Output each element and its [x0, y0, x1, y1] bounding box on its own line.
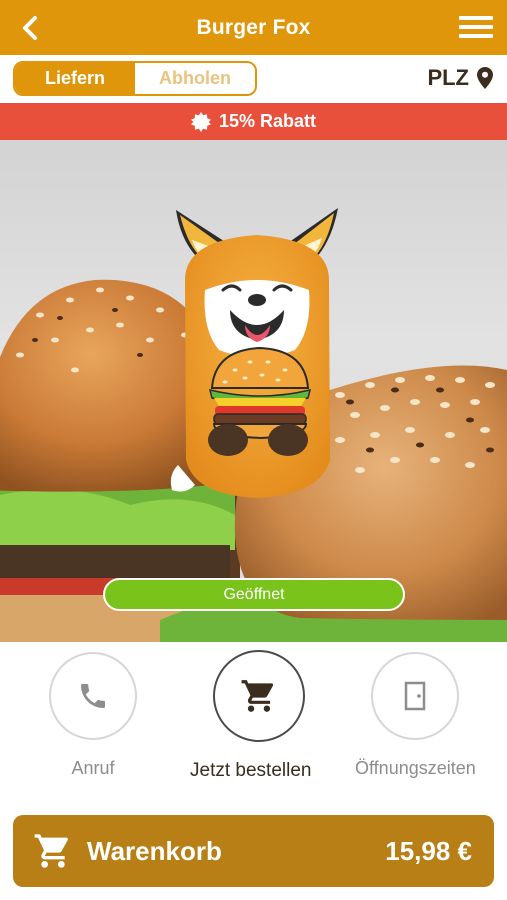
discount-text: 15% Rabatt — [218, 111, 317, 131]
call-button[interactable] — [49, 652, 137, 740]
postcode-label: PLZ — [427, 65, 469, 90]
location-pin-icon — [477, 67, 493, 89]
call-action[interactable]: Anruf — [49, 650, 137, 779]
phone-icon — [81, 684, 105, 708]
cart-icon — [34, 834, 68, 868]
opening-hours-label: Öffnungszeiten — [355, 758, 476, 778]
postcode-selector[interactable]: PLZ — [427, 65, 493, 91]
hero-image: Geöffnet — [0, 140, 507, 642]
order-label: Jetzt bestellen — [190, 760, 312, 781]
discount-badge-icon — [190, 111, 211, 132]
cart-label: Warenkorb — [87, 835, 222, 866]
open-status-badge: Geöffnet — [103, 578, 405, 611]
fox-mascot — [170, 208, 338, 498]
order-button[interactable] — [213, 650, 306, 742]
hamburger-menu-icon[interactable] — [459, 13, 493, 41]
cart-bar[interactable]: Warenkorb 15,98 € — [13, 815, 494, 887]
page-title: Burger Fox — [196, 15, 311, 39]
delivery-tab[interactable]: Liefern — [15, 63, 135, 94]
back-arrow-icon[interactable] — [18, 14, 44, 42]
app-bar: Burger Fox — [0, 0, 507, 55]
door-icon — [405, 681, 426, 711]
pickup-tab[interactable]: Abholen — [135, 63, 255, 94]
burger-photo — [0, 208, 507, 642]
shopping-cart-icon — [241, 680, 274, 712]
opening-hours-action[interactable]: Öffnungszeiten — [355, 650, 476, 779]
order-action[interactable]: Jetzt bestellen — [190, 650, 311, 782]
delivery-mode-toggle: Liefern Abholen — [13, 61, 257, 96]
opening-hours-button[interactable] — [371, 652, 460, 740]
discount-banner: 15% Rabatt — [0, 103, 507, 140]
quick-actions: Anruf Jetzt bestellen Öffnungszeiten — [0, 650, 507, 800]
call-label: Anruf — [71, 758, 115, 778]
delivery-mode-bar: Liefern Abholen PLZ — [0, 55, 507, 103]
cart-total: 15,98 € — [385, 835, 472, 866]
